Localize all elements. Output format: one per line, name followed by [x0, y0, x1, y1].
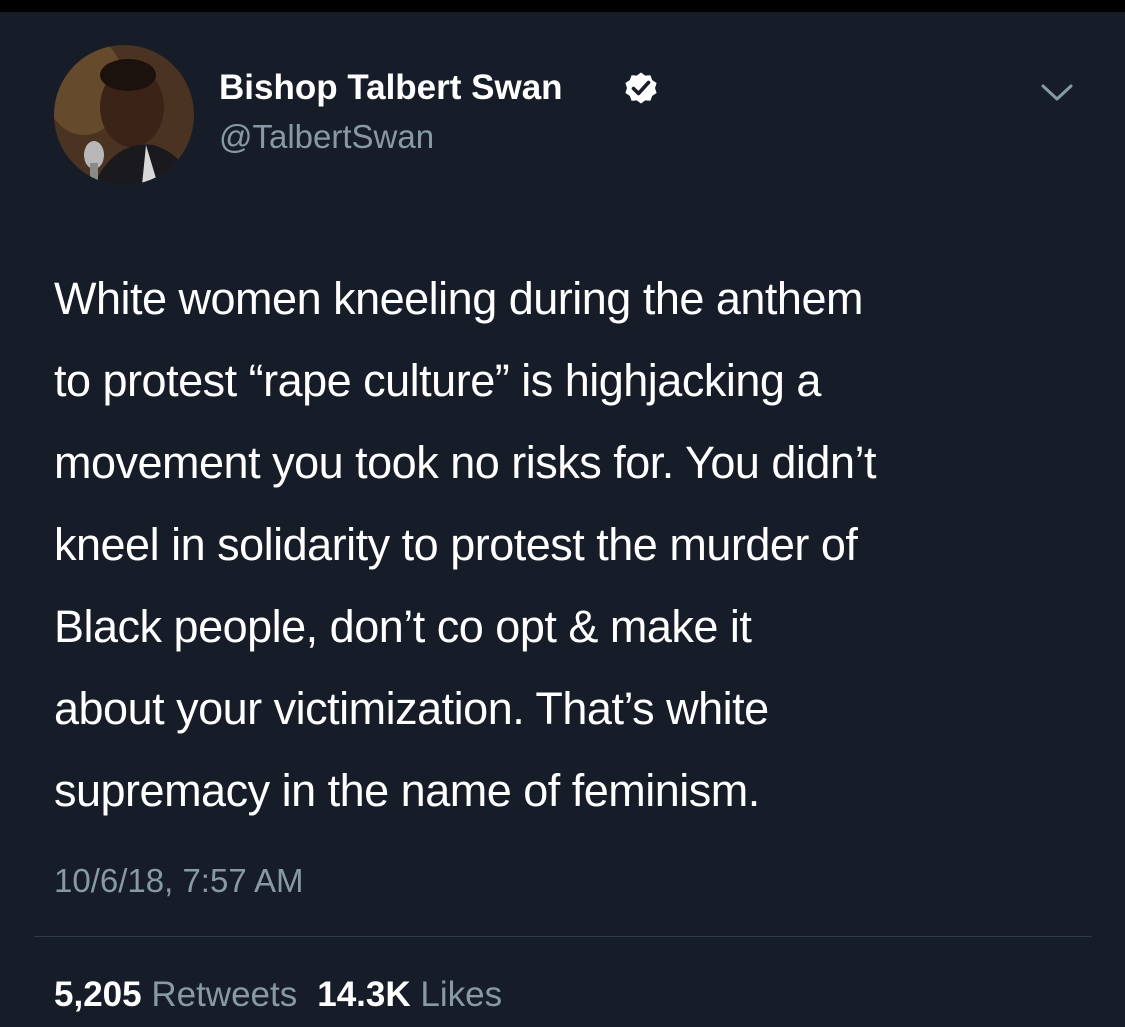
tweet-text-line: kneel in solidarity to protest the murde…: [54, 519, 858, 570]
retweets-stat[interactable]: 5,205 Retweets: [54, 975, 297, 1014]
chevron-down-icon[interactable]: [1040, 82, 1074, 104]
avatar[interactable]: [54, 45, 194, 185]
tweet-text-line: supremacy in the name of feminism.: [54, 765, 760, 816]
avatar-photo-icon: [54, 45, 194, 185]
tweet-text: White women kneeling during the anthem t…: [54, 258, 1094, 832]
tweet-text-line: White women kneeling during the anthem: [54, 273, 863, 324]
author-display-name[interactable]: Bishop Talbert Swan: [219, 66, 563, 110]
retweets-label: Retweets: [151, 975, 298, 1014]
tweet-stats: 5,205 Retweets 14.3K Likes: [54, 973, 502, 1017]
author-handle[interactable]: @TalbertSwan: [219, 116, 434, 158]
tweet-timestamp: 10/6/18, 7:57 AM: [54, 862, 304, 899]
tweet-text-line: about your victimization. That’s white: [54, 683, 769, 734]
top-edge-bar: [0, 0, 1125, 12]
verified-badge-icon: [625, 72, 657, 104]
likes-count: 14.3K: [317, 975, 411, 1014]
tweet-text-line: movement you took no risks for. You didn…: [54, 437, 876, 488]
tweet-text-line: to protest “rape culture” is highjacking…: [54, 355, 821, 406]
retweets-count: 5,205: [54, 975, 142, 1014]
likes-stat[interactable]: 14.3K Likes: [317, 975, 502, 1014]
divider: [34, 936, 1092, 937]
tweet-text-line: Black people, don’t co opt & make it: [54, 601, 752, 652]
likes-label: Likes: [420, 975, 503, 1014]
